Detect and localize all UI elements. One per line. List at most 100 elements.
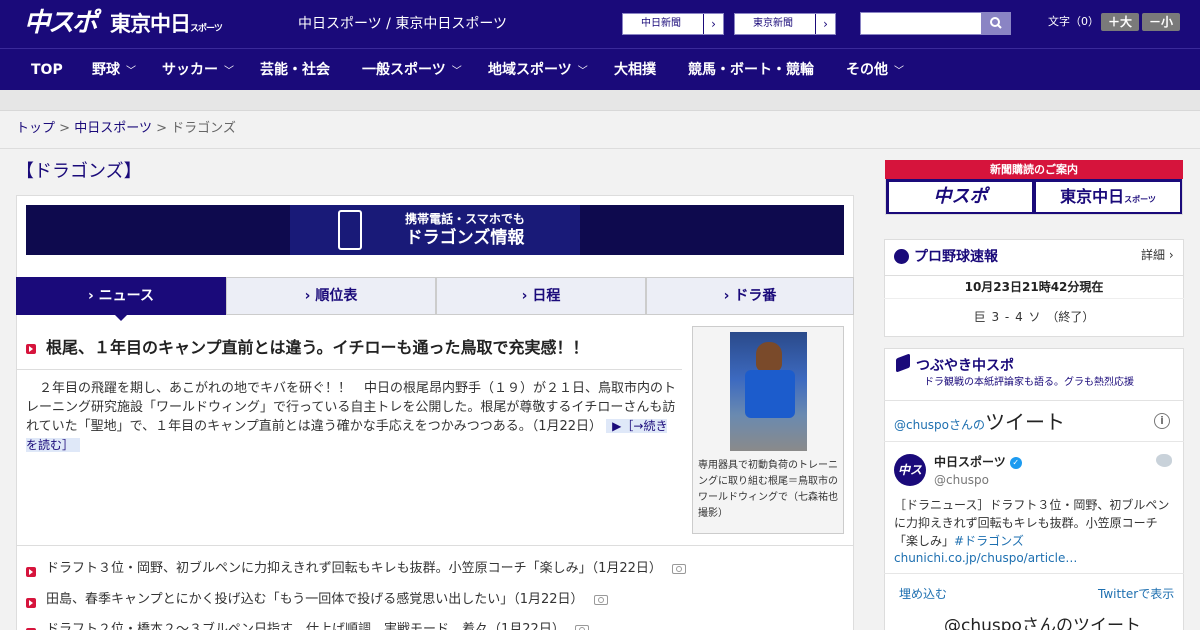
tab-schedule[interactable]: › 日程 (436, 277, 646, 315)
nav-sumo[interactable]: 大相撲 (614, 49, 656, 91)
game-score[interactable]: 巨 3 - 4 ソ （終了） (884, 309, 1184, 325)
nav-label: 野球 (92, 62, 120, 78)
font-smaller-button[interactable]: －小 (1142, 13, 1180, 31)
chevron-down-icon: ﹀ (451, 66, 462, 77)
chunichi-shimbun-link[interactable]: 中日新聞 › (622, 13, 724, 35)
timeline-footer[interactable]: @chuspoさんのツイート (944, 616, 1141, 630)
verified-icon: ✓ (1009, 456, 1022, 469)
tweet-author-name[interactable]: 中日スポーツ ✓ (934, 454, 1022, 470)
nav-baseball[interactable]: 野球 ﹀ (92, 49, 136, 91)
search-icon (990, 17, 1002, 29)
chevron-down-icon: ﹀ (224, 66, 234, 77)
tweets-title: つぶやき中スポ (916, 358, 1014, 374)
news-link[interactable]: 田島、春季キャンプとにかく投げ込む「もう一回体で投げる感覚思い出したい」（1月2… (46, 592, 584, 607)
breadcrumb-separator: > (156, 121, 167, 136)
photo-caption: 専用器具で初動負荷のトレーニングに取り組む根尾＝鳥取市のワールドウィングで（七森… (698, 460, 838, 519)
view-on-twitter-link[interactable]: Twitterで表示 (1098, 586, 1174, 602)
divider (884, 275, 1184, 276)
nav-label: 芸能・社会 (260, 62, 330, 78)
page-title: 【ドラゴンズ】 (16, 161, 142, 182)
ad-strip (0, 90, 1200, 111)
tweet-text: ［ドラニュース］ドラフト３位・岡野、初ブルペンに力抑えきれず回転もキレも抜群。小… (894, 496, 1174, 550)
bullet-icon (26, 598, 36, 608)
subscribe-chuspo-button[interactable]: 中スポ (889, 182, 1032, 212)
list-item[interactable]: 田島、春季キャンプとにかく投げ込む「もう一回体で投げる感覚思い出したい」（1月2… (46, 591, 608, 609)
timeline-header[interactable]: @chuspoさんのツイート (894, 412, 1065, 435)
tokyo-shimbun-link[interactable]: 東京新聞 › (734, 13, 836, 35)
embed-link[interactable]: 埋め込む (899, 586, 947, 602)
font-larger-button[interactable]: ＋大 (1101, 13, 1139, 31)
score-title: プロ野球速報 (914, 249, 998, 265)
chevron-down-icon: ﹀ (577, 66, 588, 77)
divider (16, 545, 854, 546)
news-link[interactable]: ドラフト２位・橋本２～３ブルペン日指す 仕上げ順調 実戦モード…着々（1月22日… (46, 622, 565, 630)
tweet-link[interactable]: chunichi.co.jp/chuspo/article… (894, 549, 1077, 567)
bullet-icon (26, 344, 36, 354)
tweet-author-handle[interactable]: @chuspo (934, 472, 989, 488)
list-item[interactable]: ドラフト３位・岡野、初ブルペンに力抑えきれず回転もキレも抜群。小笠原コーチ「楽し… (46, 560, 686, 578)
search-input[interactable] (860, 12, 982, 35)
nav-label: TOP (31, 62, 63, 78)
tokyo-chunichi-logo[interactable]: 東京中日スポーツ (110, 10, 223, 43)
list-item[interactable]: ドラフト２位・橋本２～３ブルペン日指す 仕上げ順調 実戦モード…着々（1月22日… (46, 621, 589, 630)
nav-racing[interactable]: 競馬・ボート・競輪 (688, 49, 814, 91)
subscribe-title: 新聞購読のご案内 (885, 160, 1183, 179)
banner-line1: 携帯電話・スマホでも (405, 212, 525, 226)
banner-line2: ドラゴンズ情報 (405, 228, 525, 248)
score-timestamp: 10月23日21時42分現在 (964, 280, 1104, 294)
tab-dora-ban[interactable]: › ドラ番 (646, 277, 854, 315)
nav-regional-sports[interactable]: 地域スポーツ ﹀ (488, 49, 588, 91)
tokyo-link-label: 東京新聞 (753, 18, 793, 29)
divider (884, 573, 1184, 574)
nav-label: 地域スポーツ (488, 62, 572, 78)
twitter-bird-icon[interactable] (1156, 454, 1172, 467)
avatar[interactable]: 中スポ (894, 454, 926, 509)
nav-entertainment[interactable]: 芸能・社会 (260, 49, 330, 91)
search-button[interactable] (982, 12, 1011, 35)
subscribe-tokyo-label: 東京中日 (1060, 187, 1125, 206)
tokyo-logo-text: 東京中日 (110, 12, 191, 36)
nav-general-sports[interactable]: 一般スポーツ ﹀ (362, 49, 462, 91)
chunichi-link-label: 中日新聞 (641, 18, 681, 29)
breadcrumb-current: ドラゴンズ (171, 121, 236, 136)
tab-news[interactable]: › ニュース (16, 277, 226, 315)
camera-icon (593, 594, 608, 605)
nav-soccer[interactable]: サッカー ﹀ (162, 49, 234, 91)
timeline-header-title: ツイート (985, 410, 1066, 434)
main-nav: TOP 野球 ﹀ サッカー ﹀ 芸能・社会 一般スポーツ ﹀ 地域スポーツ ﹀ 大相撲 … (0, 48, 1200, 90)
nav-label: 競馬・ボート・競輪 (688, 62, 814, 78)
chevron-right-icon: › (703, 14, 723, 34)
chuspo-logo[interactable]: 中スポ (24, 6, 98, 40)
active-tab-caret (114, 314, 128, 321)
mobile-banner-content[interactable]: 携帯電話・スマホでも ドラゴンズ情報 (290, 205, 580, 255)
chevron-down-icon: ﹀ (894, 66, 904, 77)
tweets-subtitle: ドラ観戦の本紙評論家も語る。グラも熱烈応援 (924, 377, 1134, 388)
subscribe-tokyo-button[interactable]: 東京中日スポーツ (1036, 182, 1180, 212)
breadcrumb-top[interactable]: トップ (16, 121, 55, 136)
score-details-link[interactable]: 詳細 › (1141, 247, 1174, 263)
font-size-label: 文字（0） (1048, 15, 1099, 28)
photo-subject-head (756, 342, 782, 372)
info-icon[interactable]: i (1154, 413, 1170, 429)
tab-standings[interactable]: › 順位表 (226, 277, 436, 315)
nav-label: サッカー (162, 62, 218, 78)
divider (0, 148, 1200, 149)
chevron-down-icon: ﹀ (126, 66, 136, 77)
nav-label: その他 (846, 62, 888, 78)
nav-other[interactable]: その他 ﹀ (846, 49, 904, 91)
divider (16, 369, 682, 370)
camera-icon (574, 624, 589, 630)
article-headline[interactable]: 根尾、１年目のキャンプ直前とは違う。イチローも通った鳥取で充実感！！ (46, 337, 676, 359)
phone-icon (338, 210, 362, 250)
breadcrumb-chunichi-sports[interactable]: 中日スポーツ (74, 121, 152, 136)
article-body: ２年目の飛躍を期し、あこがれの地でキバを研ぐ！！ 中日の根尾昂内野手（１９）が２… (26, 379, 676, 455)
breadcrumb-separator: > (59, 121, 71, 136)
breadcrumb: トップ > 中日スポーツ > ドラゴンズ (16, 120, 236, 138)
author-name-text: 中日スポーツ (934, 455, 1006, 469)
news-link[interactable]: ドラフト３位・岡野、初ブルペンに力抑えきれず回転もキレも抜群。小笠原コーチ「楽し… (46, 561, 662, 576)
tweet-hashtag[interactable]: #ドラゴンズ (954, 534, 1024, 548)
nav-top[interactable]: TOP (31, 49, 63, 91)
site-title: 中日スポーツ / 東京中日スポーツ (298, 16, 508, 32)
divider (884, 298, 1184, 299)
tweet-body: ［ドラニュース］ドラフト３位・岡野、初ブルペンに力抑えきれず回転もキレも抜群。小… (894, 498, 1170, 548)
